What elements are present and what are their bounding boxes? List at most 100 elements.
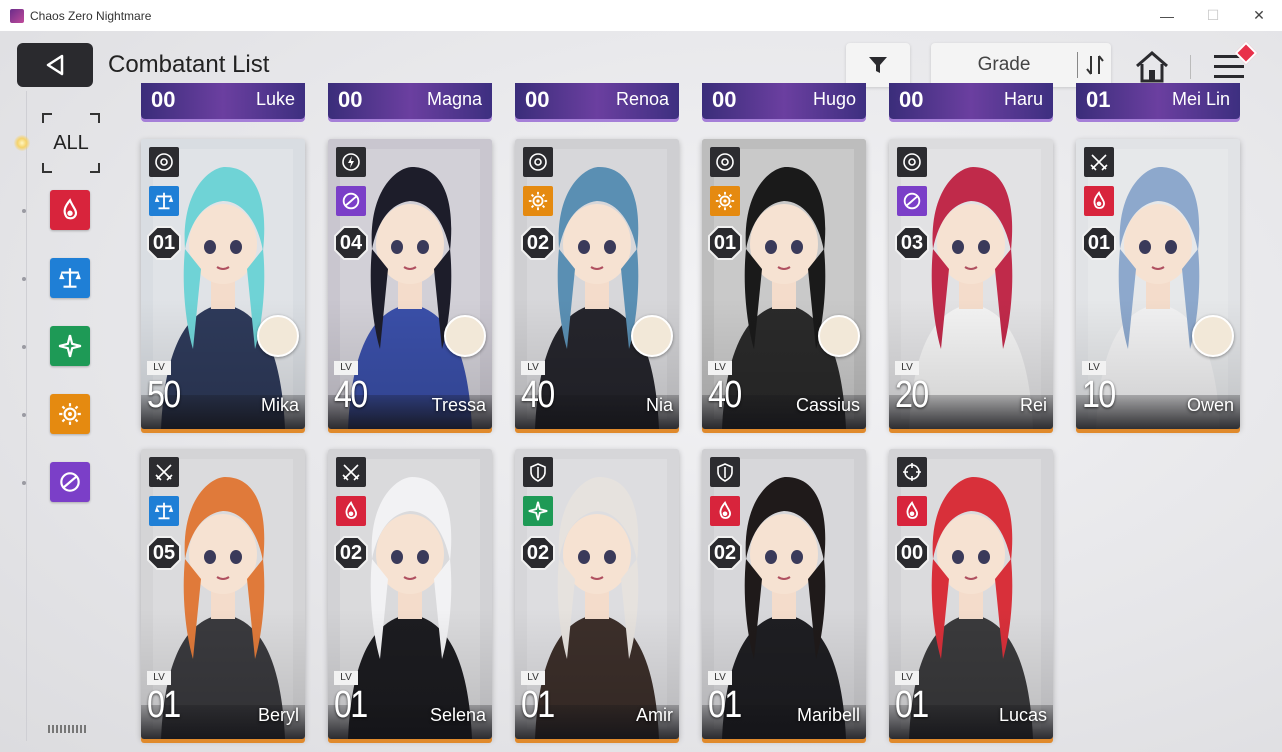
target-icon (903, 153, 921, 171)
character-card[interactable]: 02 LV 01 Amir (515, 449, 679, 739)
side-dot (22, 413, 26, 417)
side-dot (22, 277, 26, 281)
partial-grade: 01 (1086, 87, 1111, 112)
level-number: 40 (334, 374, 368, 416)
level-number: 01 (521, 684, 555, 726)
filter-button[interactable] (846, 43, 910, 87)
close-button[interactable]: ✕ (1236, 0, 1282, 31)
selection-glow (14, 135, 30, 151)
grade-number: 02 (339, 541, 363, 564)
partial-card[interactable]: 00 Magna (328, 83, 492, 119)
character-name: Tressa (431, 395, 486, 415)
filter-all-label: ALL (53, 131, 89, 154)
corner-bracket (42, 163, 52, 173)
partial-name: Hugo (812, 89, 856, 109)
partial-grade: 00 (338, 87, 363, 112)
element-badge (897, 186, 927, 216)
partner-avatar (631, 315, 673, 357)
minimize-button[interactable]: — (1144, 0, 1190, 31)
character-card[interactable]: 02 LV 01 Selena (328, 449, 492, 739)
partial-card[interactable]: 00 Haru (889, 83, 1053, 119)
partial-grade: 00 (712, 87, 737, 112)
filter-void[interactable] (50, 462, 90, 502)
class-badge (523, 457, 553, 487)
filter-instinct[interactable] (50, 394, 90, 434)
sort-dropdown[interactable]: Grade (931, 43, 1111, 87)
header-separator (1190, 55, 1191, 79)
character-card[interactable]: 01 LV 40 Cassius (702, 139, 866, 429)
instinct-icon (59, 403, 81, 425)
character-name: Lucas (998, 705, 1047, 725)
grade-number: 04 (339, 231, 363, 254)
app-icon (10, 8, 24, 23)
home-button[interactable] (1132, 47, 1172, 87)
home-icon (1136, 51, 1168, 83)
sort-order-toggle[interactable] (1078, 54, 1111, 76)
void-icon (342, 192, 360, 210)
class-badge (149, 147, 179, 177)
class-badge (523, 147, 553, 177)
grade-badge: 01 (1081, 225, 1117, 261)
character-card[interactable]: 01 LV 10 Owen (1076, 139, 1240, 429)
character-card[interactable]: 00 LV 01 Lucas (889, 449, 1053, 739)
class-badge (1084, 147, 1114, 177)
character-card[interactable]: 04 LV 40 Tressa (328, 139, 492, 429)
character-name: Rei (1019, 395, 1047, 415)
side-dot (22, 209, 26, 213)
partner-avatar (1192, 315, 1234, 357)
partial-card[interactable]: 00 Hugo (702, 83, 866, 119)
maximize-button[interactable]: ☐ (1190, 0, 1236, 31)
lightning-icon (342, 153, 360, 171)
notification-badge (1234, 41, 1258, 65)
passion-icon (906, 501, 918, 519)
order-icon (154, 502, 174, 520)
grade-badge: 02 (707, 535, 743, 571)
void-icon (903, 192, 921, 210)
filter-icon (869, 57, 887, 73)
target-icon (716, 153, 734, 171)
crosshair-icon (903, 463, 921, 481)
grade-badge: 01 (707, 225, 743, 261)
grade-number: 00 (900, 541, 924, 564)
character-name: Maribell (796, 705, 860, 725)
class-badge (336, 457, 366, 487)
barcode-decoration (48, 725, 88, 733)
decorative-line (26, 91, 27, 741)
filter-passion[interactable] (50, 190, 90, 230)
filter-justice[interactable] (50, 326, 90, 366)
sort-order-icon (1085, 55, 1104, 75)
filter-all[interactable]: ALL (42, 113, 100, 173)
grade-badge: 04 (333, 225, 369, 261)
character-card[interactable]: 02 LV 40 Nia (515, 139, 679, 429)
grade-number: 05 (152, 541, 176, 564)
partial-name: Magna (426, 89, 482, 109)
shield-icon (530, 463, 546, 482)
class-badge (897, 457, 927, 487)
partial-card[interactable]: 01 Mei Lin (1076, 83, 1240, 119)
justice-icon (58, 334, 82, 358)
partner-avatar (444, 315, 486, 357)
partial-grade: 00 (525, 87, 550, 112)
back-button[interactable] (17, 43, 93, 87)
game-area: Combatant List Grade ALL 00 Luke 00 Magn… (0, 31, 1282, 752)
grade-badge: 03 (894, 225, 930, 261)
swords-icon (155, 464, 173, 481)
filter-order[interactable] (50, 258, 90, 298)
element-badge (149, 186, 179, 216)
partial-card[interactable]: 00 Renoa (515, 83, 679, 119)
menu-bar (1214, 75, 1244, 78)
level-number: 20 (895, 374, 929, 416)
level-tag: LV (521, 361, 545, 375)
character-card[interactable]: 05 LV 01 Beryl (141, 449, 305, 739)
page-title: Combatant List (108, 51, 270, 78)
grade-number: 03 (900, 231, 924, 254)
window-titlebar: Chaos Zero Nightmare — ☐ ✕ (0, 0, 1282, 32)
character-card[interactable]: 03 LV 20 Rei (889, 139, 1053, 429)
partial-grade: 00 (151, 87, 176, 112)
partial-card[interactable]: 00 Luke (141, 83, 305, 119)
character-card[interactable]: 01 LV 50 Mika (141, 139, 305, 429)
level-number: 40 (521, 374, 555, 416)
character-card[interactable]: 02 LV 01 Maribell (702, 449, 866, 739)
level-tag: LV (895, 361, 919, 375)
grade-number: 02 (526, 541, 550, 564)
